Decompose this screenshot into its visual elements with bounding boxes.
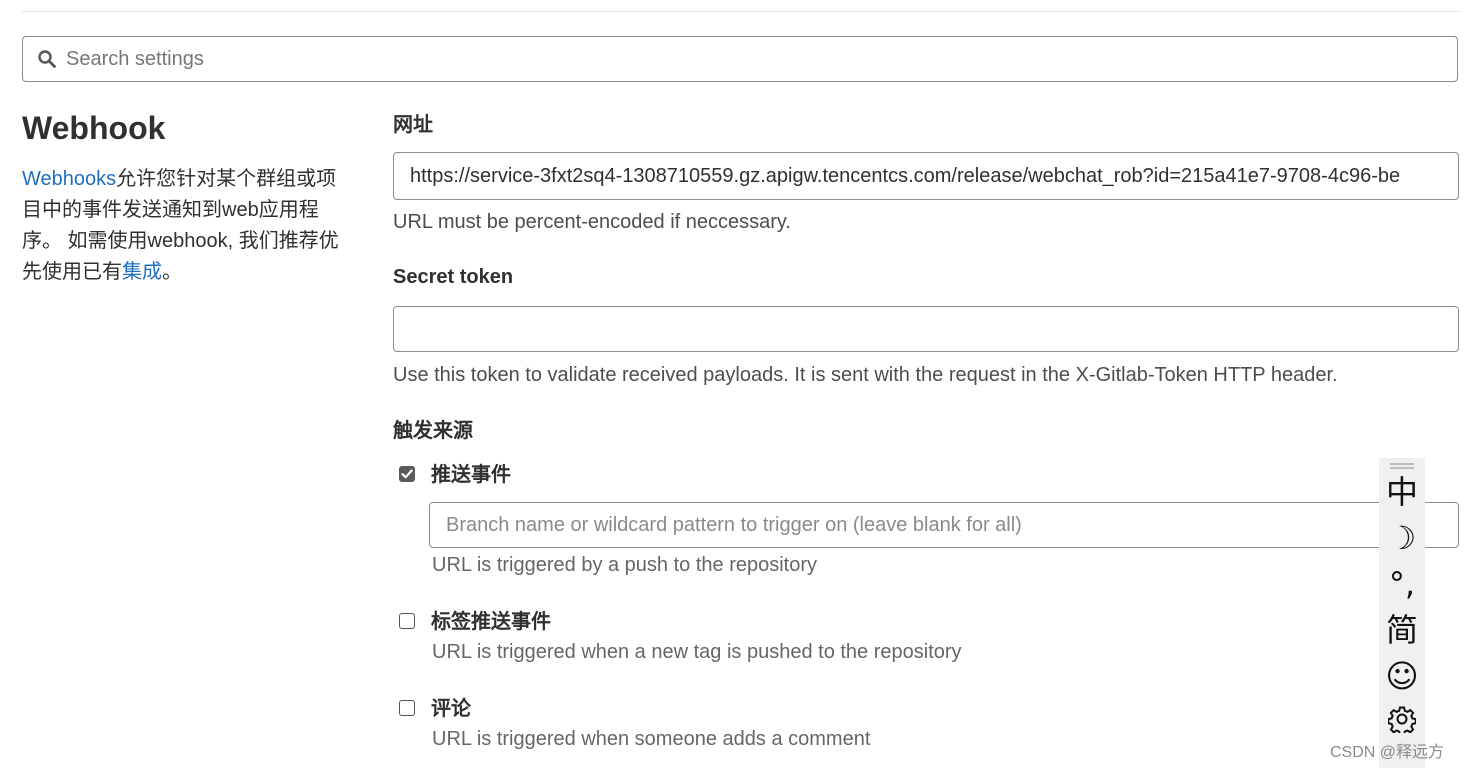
search-input[interactable] xyxy=(66,39,1457,79)
search-icon xyxy=(38,49,58,69)
secret-token-input[interactable] xyxy=(393,306,1459,352)
ime-language-toggle[interactable]: 中 xyxy=(1386,469,1418,515)
url-label: 网址 xyxy=(393,114,433,136)
comments-help: URL is triggered when someone adds a com… xyxy=(432,728,871,750)
url-help: URL must be percent-encoded if neccessar… xyxy=(393,211,791,233)
search-settings-box[interactable] xyxy=(22,36,1458,82)
ime-moon-icon[interactable]: ☽ xyxy=(1388,515,1417,561)
watermark: CSDN @释远方 xyxy=(1330,744,1445,761)
comments-label[interactable]: 评论 xyxy=(431,696,471,722)
section-title: Webhook xyxy=(22,110,166,146)
url-input[interactable] xyxy=(393,152,1459,200)
push-events-checkbox[interactable] xyxy=(399,466,415,482)
description-end: 。 xyxy=(162,261,182,283)
push-events-help: URL is triggered by a push to the reposi… xyxy=(432,554,818,576)
secret-token-help: Use this token to validate received payl… xyxy=(393,364,1338,386)
ime-punctuation-toggle[interactable]: °, xyxy=(1389,561,1415,607)
comments-checkbox[interactable] xyxy=(399,700,415,716)
gear-icon[interactable] xyxy=(1388,699,1416,739)
section-description: Webhooks允许您针对某个群组或项目中的事件发送通知到web应用程序。 如需… xyxy=(22,164,342,288)
tag-push-events-help: URL is triggered when a new tag is pushe… xyxy=(432,641,962,663)
ime-emoji-icon[interactable]: ☺ xyxy=(1385,653,1418,699)
push-events-label[interactable]: 推送事件 xyxy=(431,462,511,488)
integrations-link[interactable]: 集成 xyxy=(122,261,162,283)
secret-token-label: Secret token xyxy=(393,266,514,288)
top-divider xyxy=(22,11,1460,12)
tag-push-events-checkbox[interactable] xyxy=(399,613,415,629)
ime-toolbar: 中 ☽ °, 简 ☺ xyxy=(1379,458,1425,768)
branch-filter-input[interactable] xyxy=(429,502,1459,548)
webhooks-link[interactable]: Webhooks xyxy=(22,168,116,190)
tag-push-events-label[interactable]: 标签推送事件 xyxy=(431,609,551,635)
ime-script-toggle[interactable]: 简 xyxy=(1386,607,1418,653)
trigger-label: 触发来源 xyxy=(393,420,473,442)
